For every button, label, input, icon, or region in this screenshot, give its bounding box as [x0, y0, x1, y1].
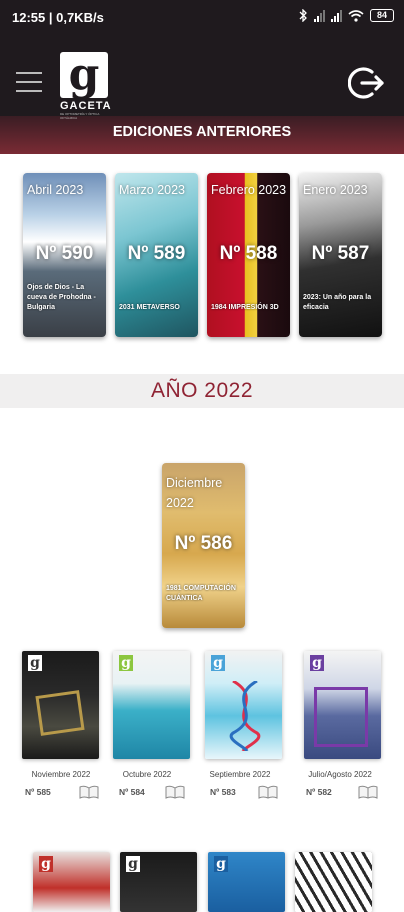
section-title: EDICIONES ANTERIORES	[112, 124, 292, 140]
edition-number: Nº 586	[174, 533, 233, 554]
edition-number: Nº 590	[35, 243, 94, 264]
edition-card-589[interactable]: Marzo 2023 Nº 589 2031 METAVERSO	[115, 173, 198, 337]
status-icons: 84	[298, 9, 394, 22]
year-label: AÑO 2022	[150, 379, 254, 402]
gaceta-logo: g GACETA DE OPTOMETRÍA Y ÓPTICA OFTÁLMIC…	[60, 52, 114, 124]
edition-month: Abril 2023	[27, 183, 84, 197]
cover-logo-icon: g	[211, 655, 225, 671]
issue-month: Julio/Agosto 2022	[308, 770, 372, 779]
edition-number: Nº 587	[311, 243, 370, 264]
edition-card-588[interactable]: Febrero 2023 Nº 588 1984 IMPRESIÓN 3D	[207, 173, 290, 337]
wifi-icon	[348, 9, 364, 22]
issue-month: Octubre 2022	[122, 770, 172, 779]
edition-month: Marzo 2023	[119, 183, 186, 197]
issue-info-583: Septiembre 2022 Nº 583	[200, 770, 280, 799]
logo-mark: g	[60, 52, 108, 98]
edition-month: Febrero 2023	[211, 183, 287, 197]
issue-number: Nº 584	[119, 787, 145, 797]
status-bar: 12:55 | 0,7KB/s 84	[0, 0, 404, 34]
issue-month: Septiembre 2022	[209, 770, 271, 779]
issue-thumbnail-582[interactable]: g	[304, 651, 381, 759]
edition-card-586[interactable]: Diciembre 2022 Nº 586 1981 COMPUTACIÓN C…	[162, 463, 245, 628]
logo-subtitle: DE OPTOMETRÍA Y ÓPTICA OFTÁLMICA	[60, 112, 100, 120]
edition-caption: 1984 IMPRESIÓN 3D	[211, 304, 279, 311]
edition-month: Enero 2023	[303, 183, 368, 197]
dna-icon	[229, 681, 261, 751]
edition-number: Nº 588	[219, 243, 278, 264]
issue-number: Nº 583	[210, 787, 236, 797]
edition-card-587[interactable]: Enero 2023 Nº 587 2023: Un año para la e…	[299, 173, 382, 337]
battery-icon: 84	[370, 9, 394, 22]
issue-info-582: Julio/Agosto 2022 Nº 582	[300, 770, 380, 799]
issue-number: Nº 585	[25, 787, 51, 797]
issue-thumbnail-584[interactable]: g	[113, 651, 190, 759]
edition-caption: Ojos de Dios - La cueva de Prohodna - Bu…	[27, 284, 96, 311]
issue-info-584: Octubre 2022 Nº 584	[107, 770, 187, 799]
edition-caption: 1981 COMPUTACIÓN CUÁNTICA	[166, 585, 236, 602]
open-book-icon[interactable]	[358, 785, 378, 799]
edition-caption: 2031 METAVERSO	[119, 304, 180, 311]
year-header-2022: AÑO 2022	[0, 374, 404, 408]
logo-wordmark: GACETA	[60, 100, 112, 112]
issue-month: Noviembre 2022	[31, 770, 91, 779]
cover-logo-icon: g	[39, 856, 53, 872]
cover-logo-icon: g	[310, 655, 324, 671]
edition-month: Diciembre 2022	[166, 476, 223, 510]
cover-logo-icon: g	[126, 856, 140, 872]
cover-logo-icon: g	[119, 655, 133, 671]
issue-thumbnail-585[interactable]: g	[22, 651, 99, 759]
edition-caption: 2023: Un año para la eficacia	[303, 294, 372, 311]
issue-thumbnail-next-3[interactable]: g	[208, 852, 285, 912]
cover-logo-icon: g	[28, 655, 42, 671]
issue-number: Nº 582	[306, 787, 332, 797]
issue-thumbnail-next-1[interactable]: g	[33, 852, 110, 912]
signal-icon-1	[314, 9, 325, 22]
open-book-icon[interactable]	[258, 785, 278, 799]
bluetooth-icon	[299, 9, 307, 22]
open-book-icon[interactable]	[165, 785, 185, 799]
issue-info-585: Noviembre 2022 Nº 585	[21, 770, 101, 799]
cover-logo-icon: g	[214, 856, 228, 872]
issue-thumbnail-next-2[interactable]: g	[120, 852, 197, 912]
menu-icon[interactable]	[16, 72, 42, 92]
issue-thumbnail-583[interactable]: g	[205, 651, 282, 759]
open-book-icon[interactable]	[79, 785, 99, 799]
logout-icon[interactable]	[348, 64, 386, 102]
signal-icon-2	[331, 9, 342, 22]
issue-thumbnail-next-4[interactable]	[295, 852, 372, 912]
edition-number: Nº 589	[127, 243, 186, 264]
edition-card-590[interactable]: Abril 2023 Nº 590 Ojos de Dios - La cuev…	[23, 173, 106, 337]
status-time: 12:55 | 0,7KB/s	[12, 10, 104, 25]
